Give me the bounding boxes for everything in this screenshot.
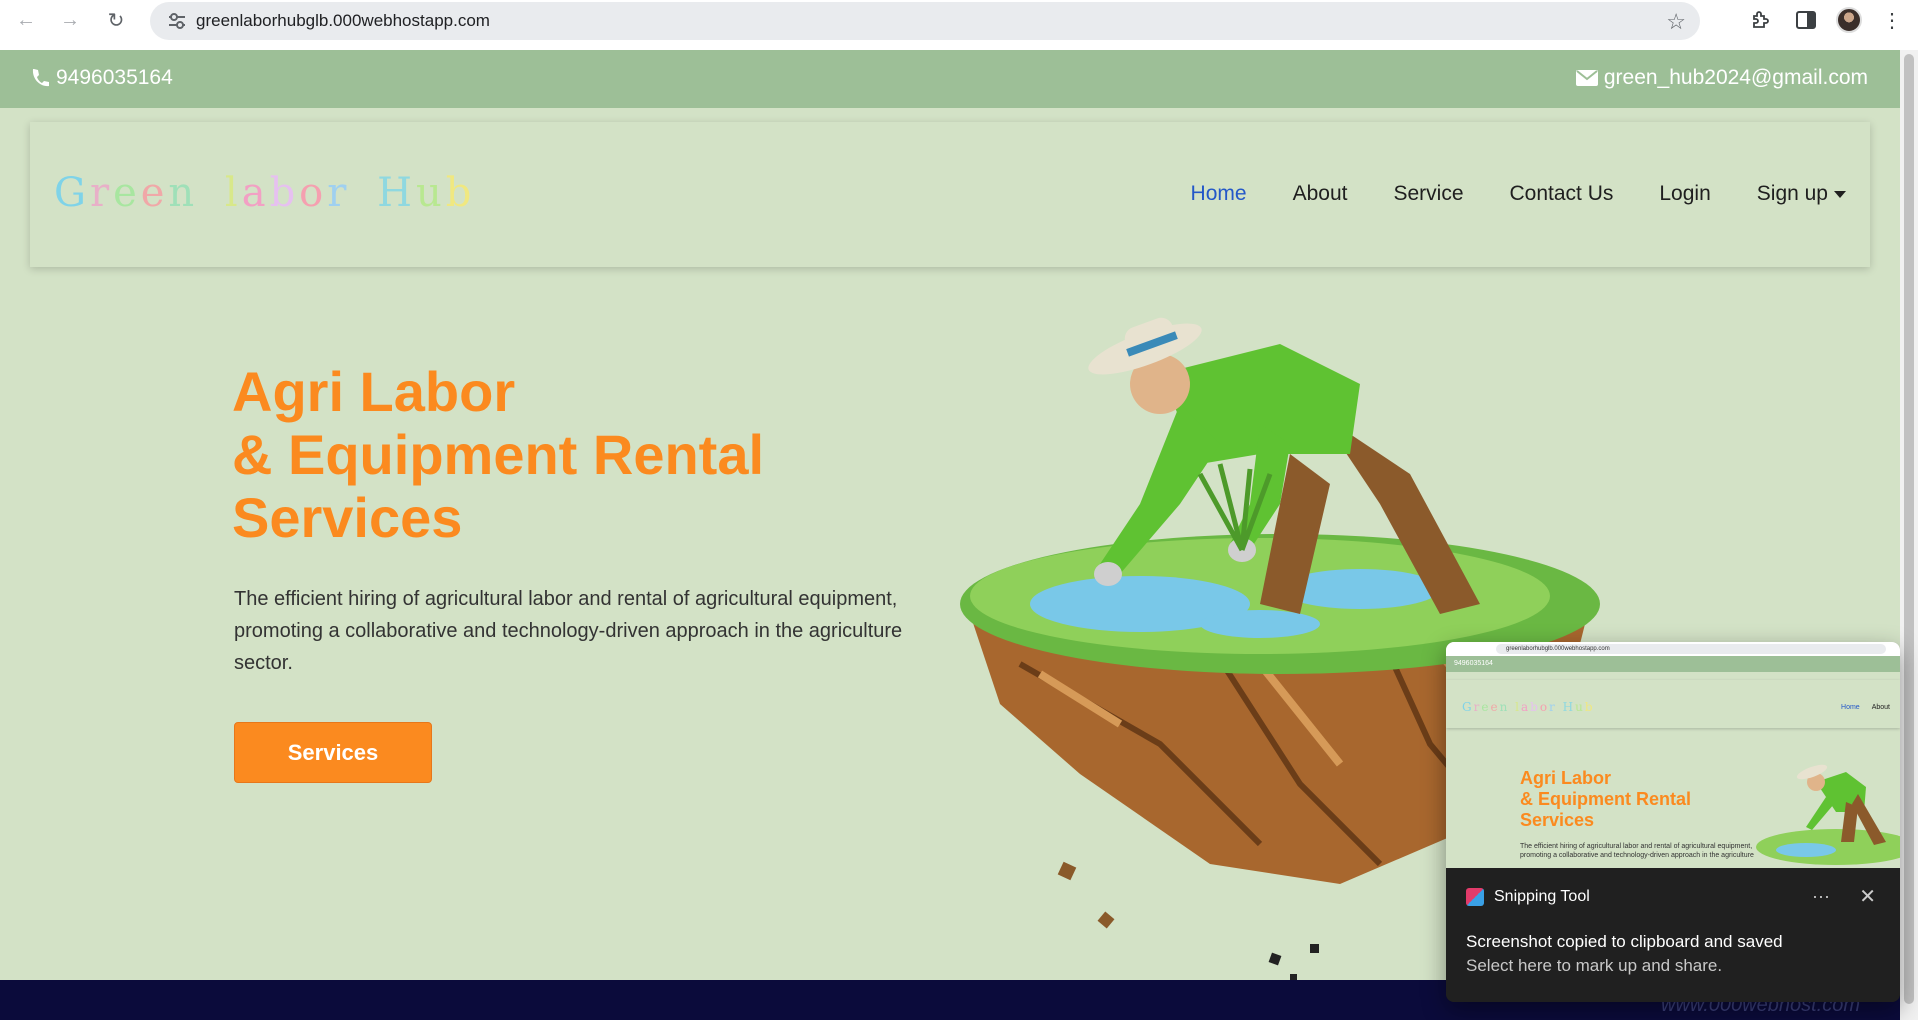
side-panel-icon[interactable]: [1790, 4, 1822, 36]
page-scrollbar[interactable]: [1900, 50, 1918, 1020]
more-options-icon[interactable]: ···: [1812, 886, 1830, 907]
preview-logo-letter: b: [1530, 700, 1540, 714]
email-contact[interactable]: green_hub2024@gmail.com: [1575, 66, 1868, 90]
nav-service[interactable]: Service: [1393, 182, 1463, 206]
scrollbar-thumb[interactable]: [1904, 54, 1914, 1004]
logo-letter: r: [327, 170, 351, 216]
logo-letter: r: [89, 170, 114, 216]
preview-illustration: [1756, 764, 1900, 865]
logo-letter: a: [241, 170, 270, 216]
nav-contact-us[interactable]: Contact Us: [1510, 182, 1614, 206]
screenshot-preview[interactable]: greenlaborhubglb.000webhostapp.com 94960…: [1446, 642, 1900, 868]
envelope-icon: [1575, 70, 1598, 86]
site-logo[interactable]: Green labor Hub: [54, 170, 475, 216]
preview-browser-bar: greenlaborhubglb.000webhostapp.com: [1446, 642, 1900, 656]
browser-toolbar: ← → ↻ greenlaborhubglb.000webhostapp.com…: [0, 0, 1918, 50]
logo-letter: l: [224, 170, 242, 216]
preview-logo-letter: u: [1575, 700, 1585, 714]
preview-title-line: Agri Labor: [1520, 768, 1612, 788]
nav-login[interactable]: Login: [1659, 182, 1710, 206]
preview-url: greenlaborhubglb.000webhostapp.com: [1496, 644, 1886, 654]
logo-letter: o: [299, 170, 328, 216]
preview-phone: 9496035164: [1446, 656, 1900, 672]
preview-logo-letter: G: [1462, 700, 1474, 714]
services-button[interactable]: Services: [234, 722, 432, 783]
hero-title-line: & Equipment Rental: [232, 423, 765, 486]
logo-letter: b: [269, 170, 300, 216]
preview-logo-letter: o: [1539, 700, 1550, 714]
bookmark-star-icon[interactable]: ☆: [1666, 9, 1686, 35]
logo-letter: e: [113, 170, 141, 216]
logo-letter: u: [416, 170, 446, 216]
phone-number: 9496035164: [56, 66, 173, 89]
logo-letter: H: [377, 170, 416, 216]
nav-signup-dropdown[interactable]: Sign up: [1757, 182, 1846, 206]
address-bar[interactable]: greenlaborhubglb.000webhostapp.com ☆: [150, 2, 1700, 40]
preview-logo-letter: H: [1562, 700, 1576, 714]
preview-title-line: & Equipment Rental: [1520, 789, 1692, 809]
nav-menu: Home About Service Contact Us Login Sign…: [1191, 182, 1846, 206]
preview-menu-about: About: [1871, 704, 1890, 711]
phone-icon: [32, 69, 49, 87]
close-icon[interactable]: ✕: [1859, 884, 1876, 909]
notification-header: Snipping Tool: [1466, 888, 1590, 906]
back-icon[interactable]: ←: [8, 2, 44, 38]
preview-menu-home: Home: [1841, 704, 1860, 711]
logo-letter: b: [445, 170, 476, 216]
email-address: green_hub2024@gmail.com: [1603, 66, 1868, 89]
preview-title: Agri Labor & Equipment Rental Services: [1520, 768, 1691, 831]
hero-title-line: Agri Labor: [232, 360, 516, 423]
preview-menu: Home About: [1841, 704, 1890, 711]
reload-icon[interactable]: ↻: [98, 2, 134, 38]
notification-message: Screenshot copied to clipboard and saved: [1466, 932, 1783, 951]
preview-logo: Green labor Hub: [1462, 700, 1595, 714]
logo-letter: e: [140, 170, 169, 216]
preview-logo-letter: e: [1490, 700, 1500, 714]
app-name: Snipping Tool: [1494, 888, 1590, 905]
menu-kebab-icon[interactable]: ⋮: [1876, 4, 1908, 36]
contact-topbar: 9496035164 green_hub2024@gmail.com: [0, 50, 1900, 108]
logo-letter: n: [168, 170, 199, 216]
notification-body[interactable]: Snipping Tool ··· ✕ Screenshot copied to…: [1446, 868, 1900, 1002]
notification-subtext: Select here to mark up and share.: [1466, 956, 1723, 975]
extensions-icon[interactable]: [1744, 4, 1776, 36]
site-settings-icon[interactable]: [162, 13, 192, 29]
main-navbar: Green labor Hub Home About Service Conta…: [30, 122, 1870, 267]
preview-logo-letter: n: [1499, 700, 1510, 714]
snipping-tool-notification[interactable]: greenlaborhubglb.000webhostapp.com 94960…: [1446, 642, 1900, 1002]
logo-letter: G: [54, 170, 90, 216]
caret-down-icon: [1834, 190, 1846, 198]
signup-label: Sign up: [1756, 182, 1828, 205]
preview-logo-letter: r: [1549, 700, 1557, 714]
nav-home[interactable]: Home: [1191, 182, 1247, 206]
phone-contact[interactable]: 9496035164: [30, 66, 173, 90]
preview-title-line: Services: [1520, 810, 1595, 830]
forward-icon[interactable]: →: [52, 2, 88, 38]
hero-title-line: Services: [232, 486, 463, 549]
hero-description: The efficient hiring of agricultural lab…: [234, 588, 903, 674]
hero-title: Agri Labor & Equipment Rental Services: [232, 360, 764, 549]
preview-description: The efficient hiring of agricultural lab…: [1520, 843, 1754, 859]
nav-about[interactable]: About: [1293, 182, 1348, 206]
url-text[interactable]: greenlaborhubglb.000webhostapp.com: [196, 11, 490, 31]
snipping-tool-icon: [1466, 888, 1484, 906]
profile-avatar[interactable]: [1836, 7, 1862, 33]
preview-logo-letter: a: [1520, 700, 1531, 714]
preview-logo-letter: b: [1584, 700, 1595, 714]
